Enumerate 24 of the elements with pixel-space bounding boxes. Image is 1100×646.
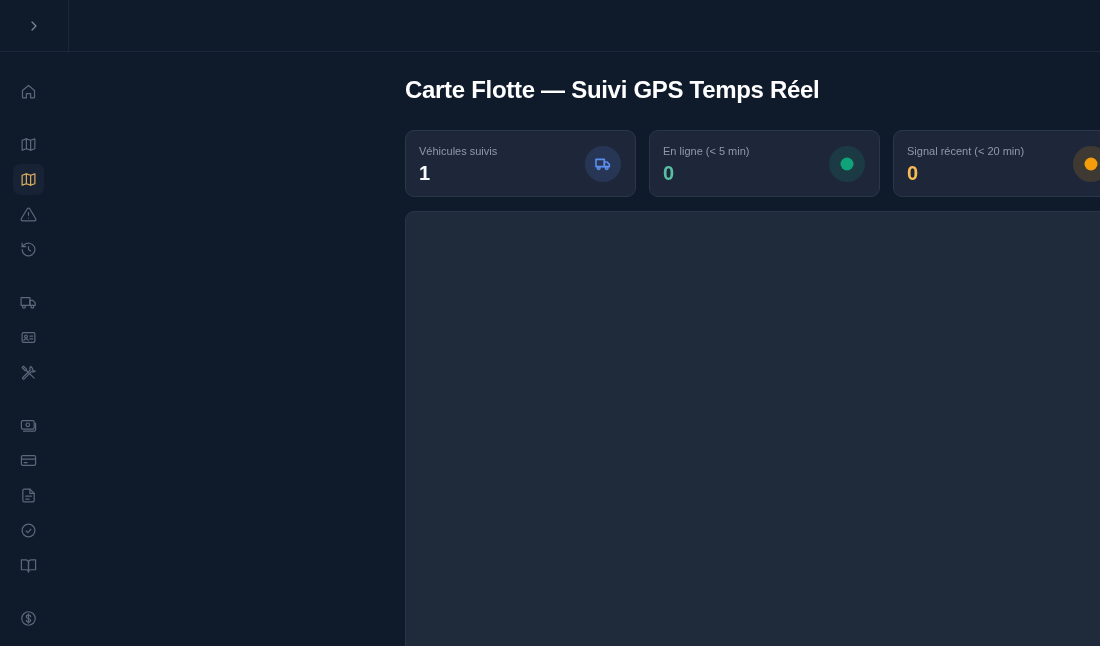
- banknote-icon: [20, 417, 37, 434]
- stat-label: Signal récent (< 20 min): [907, 143, 1025, 159]
- stat-label: En ligne (< 5 min): [663, 143, 750, 159]
- book-icon: [20, 557, 37, 574]
- sidebar-item[interactable]: [13, 164, 44, 195]
- stat-value: 1: [419, 161, 432, 184]
- file-icon: [20, 487, 37, 504]
- map-icon: [20, 136, 37, 153]
- stat-label: Véhicules suivis: [419, 143, 498, 159]
- stat-value: 0: [907, 161, 920, 184]
- warning-icon: [20, 206, 37, 223]
- status-dot-icon: [829, 145, 865, 182]
- credit-card-icon: [20, 452, 37, 469]
- home-icon: [20, 83, 37, 100]
- id-card-icon: [20, 329, 37, 346]
- check-circle-icon: [20, 522, 37, 539]
- stat-value: 0: [663, 161, 676, 184]
- map-icon: [20, 171, 37, 188]
- dollar-icon: [20, 610, 37, 627]
- page-title: Carte Flotte — Suivi GPS Temps Réel: [405, 75, 820, 105]
- truck-icon: [20, 294, 37, 311]
- history-icon: [20, 241, 37, 258]
- tools-icon: [20, 364, 37, 381]
- truck-icon: [585, 145, 621, 182]
